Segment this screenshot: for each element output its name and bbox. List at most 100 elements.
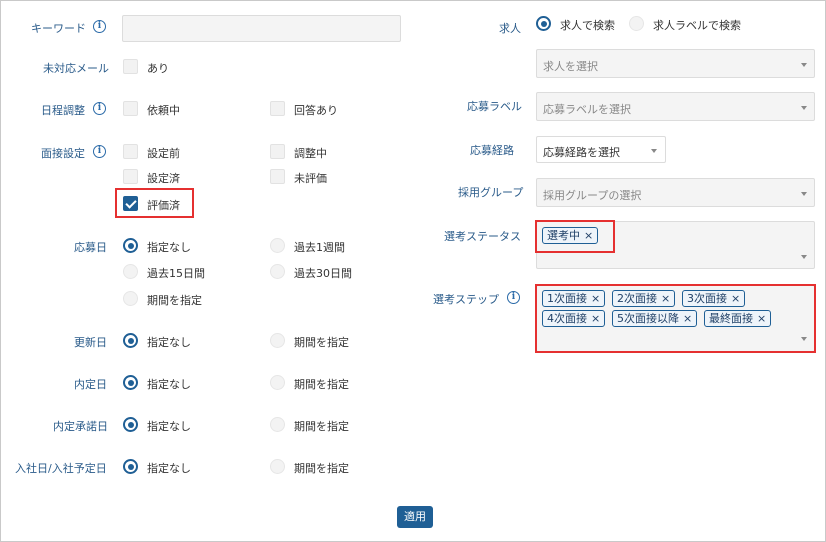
close-icon[interactable]: × [757, 312, 766, 325]
updated-range-label: 期間を指定 [294, 336, 349, 349]
applied-1week-radio[interactable] [270, 238, 285, 253]
interview-set-label: 設定済 [147, 172, 180, 185]
hiring-group-select[interactable]: 採用グループの選択 [536, 178, 815, 207]
step-tag-5[interactable]: 5次面接以降 × [612, 310, 698, 327]
schedule-answered-checkbox[interactable] [270, 101, 285, 116]
step-tag-label: 3次面接 [687, 292, 727, 305]
step-tag-label: 5次面接以降 [617, 312, 679, 325]
offer-none-label: 指定なし [147, 378, 191, 391]
interview-unrated-label: 未評価 [294, 172, 327, 185]
applied-none-radio[interactable] [123, 238, 138, 253]
close-icon[interactable]: × [731, 292, 740, 305]
applied-range-radio[interactable] [123, 291, 138, 306]
close-icon[interactable]: × [584, 229, 593, 242]
updated-date-label: 更新日 [74, 336, 107, 349]
interview-evaluated-label: 評価済 [147, 199, 180, 212]
step-tag-label: 2次面接 [617, 292, 657, 305]
close-icon[interactable]: × [591, 312, 600, 325]
interview-set-checkbox[interactable] [123, 169, 138, 184]
status-tag-label: 選考中 [547, 229, 580, 242]
applied-1week-label: 過去1週間 [294, 241, 345, 254]
chevron-down-icon [801, 192, 807, 196]
step-tag-4[interactable]: 4次面接 × [542, 310, 606, 327]
apply-label-select[interactable]: 応募ラベルを選択 [536, 92, 815, 121]
offer-none-radio[interactable] [123, 375, 138, 390]
job-search-radio[interactable] [536, 16, 551, 31]
interview-label: 面接設定 [41, 147, 85, 160]
interview-unrated-checkbox[interactable] [270, 169, 285, 184]
join-date-label: 入社日/入社予定日 [15, 462, 107, 475]
status-tag-in-progress[interactable]: 選考中 × [542, 227, 599, 244]
interview-info-icon[interactable]: i [93, 145, 106, 158]
step-tag-6[interactable]: 最終面接 × [704, 310, 772, 327]
job-select[interactable]: 求人を選択 [536, 49, 815, 78]
interview-before-label: 設定前 [147, 147, 180, 160]
join-none-radio[interactable] [123, 459, 138, 474]
apply-button[interactable]: 適用 [397, 506, 433, 528]
close-icon[interactable]: × [683, 312, 692, 325]
applied-none-label: 指定なし [147, 241, 191, 254]
close-icon[interactable]: × [661, 292, 670, 305]
step-tag-1[interactable]: 1次面接 × [542, 290, 606, 307]
unhandled-mail-label: 未対応メール [43, 62, 109, 75]
chevron-down-icon [801, 63, 807, 67]
offer-range-radio[interactable] [270, 375, 285, 390]
updated-range-radio[interactable] [270, 333, 285, 348]
applied-15days-label: 過去15日間 [147, 267, 205, 280]
schedule-requesting-label: 依頼中 [147, 104, 180, 117]
chevron-down-icon [651, 149, 657, 153]
hiring-group-placeholder: 採用グループの選択 [543, 189, 642, 202]
job-search-label: 求人で検索 [560, 19, 615, 32]
interview-adjusting-label: 調整中 [294, 147, 327, 160]
step-tag-3[interactable]: 3次面接 × [682, 290, 746, 307]
keyword-input[interactable] [122, 15, 401, 42]
job-label-search-radio[interactable] [629, 16, 644, 31]
chevron-down-icon [801, 255, 807, 259]
join-range-radio[interactable] [270, 459, 285, 474]
applied-15days-radio[interactable] [123, 264, 138, 279]
offer-accept-range-radio[interactable] [270, 417, 285, 432]
unhandled-mail-checkbox[interactable] [123, 59, 138, 74]
job-label: 求人 [499, 22, 521, 35]
offer-accept-range-label: 期間を指定 [294, 420, 349, 433]
job-select-placeholder: 求人を選択 [543, 60, 598, 73]
selection-status-label: 選考ステータス [444, 230, 521, 243]
schedule-info-icon[interactable]: i [93, 102, 106, 115]
filter-panel: キーワード i 未対応メール あり 日程調整 i 依頼中 回答あり 面接設定 i… [0, 0, 826, 542]
selection-step-label: 選考ステップ [433, 293, 499, 306]
close-icon[interactable]: × [591, 292, 600, 305]
chevron-down-icon [801, 106, 807, 110]
applied-date-label: 応募日 [74, 241, 107, 254]
join-none-label: 指定なし [147, 462, 191, 475]
join-range-label: 期間を指定 [294, 462, 349, 475]
updated-none-label: 指定なし [147, 336, 191, 349]
offer-date-label: 内定日 [74, 378, 107, 391]
interview-before-checkbox[interactable] [123, 144, 138, 159]
offer-accept-date-label: 内定承諾日 [53, 420, 108, 433]
unhandled-mail-option: あり [147, 62, 169, 75]
step-tag-2[interactable]: 2次面接 × [612, 290, 676, 307]
applied-30days-label: 過去30日間 [294, 267, 352, 280]
applied-30days-radio[interactable] [270, 264, 285, 279]
keyword-info-icon[interactable]: i [93, 20, 106, 33]
selection-step-info-icon[interactable]: i [507, 291, 520, 304]
offer-accept-none-radio[interactable] [123, 417, 138, 432]
schedule-label: 日程調整 [41, 104, 85, 117]
step-tag-label: 最終面接 [709, 312, 753, 325]
interview-adjusting-checkbox[interactable] [270, 144, 285, 159]
job-label-search-label: 求人ラベルで検索 [653, 19, 741, 32]
apply-label-label: 応募ラベル [467, 100, 522, 113]
apply-label-placeholder: 応募ラベルを選択 [543, 103, 631, 116]
apply-route-placeholder: 応募経路を選択 [543, 146, 620, 159]
applied-range-label: 期間を指定 [147, 294, 202, 307]
apply-route-select[interactable]: 応募経路を選択 [536, 136, 666, 163]
updated-none-radio[interactable] [123, 333, 138, 348]
offer-range-label: 期間を指定 [294, 378, 349, 391]
keyword-label: キーワード [31, 22, 86, 35]
step-tag-label: 1次面接 [547, 292, 587, 305]
schedule-answered-label: 回答あり [294, 104, 338, 117]
apply-route-label: 応募経路 [470, 144, 514, 157]
interview-evaluated-checkbox[interactable] [123, 196, 138, 211]
schedule-requesting-checkbox[interactable] [123, 101, 138, 116]
step-tag-label: 4次面接 [547, 312, 587, 325]
